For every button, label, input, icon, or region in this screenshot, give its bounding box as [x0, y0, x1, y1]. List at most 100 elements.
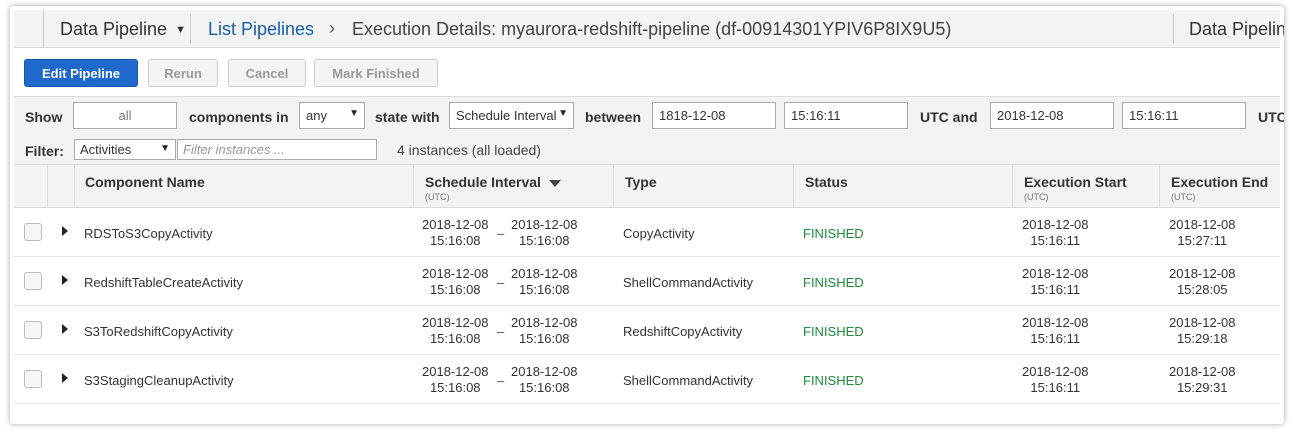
expand-row-icon[interactable]	[62, 226, 68, 236]
activity-type: RedshiftCopyActivity	[623, 324, 743, 339]
schedule-from-time: 15:16:08	[429, 233, 481, 248]
execution-start: 2018-12-08 15:16:11	[1022, 217, 1089, 249]
service-menu[interactable]: Data Pipeline ▼	[60, 19, 186, 40]
column-header-sub: (UTC)	[1024, 192, 1049, 202]
breadcrumb-list-pipelines[interactable]: List Pipelines	[208, 19, 314, 40]
schedule-to-date: 2018-12-08	[511, 364, 578, 379]
schedule-to-time: 15:16:08	[518, 380, 570, 395]
component-name: S3ToRedshiftCopyActivity	[84, 324, 233, 339]
schedule-from: 2018-12-08 15:16:08	[422, 364, 489, 396]
schedule-to-time: 15:16:08	[518, 331, 570, 346]
execution-end-date: 2018-12-08	[1169, 217, 1236, 232]
schedule-from-date: 2018-12-08	[422, 315, 489, 330]
divider	[1173, 14, 1174, 44]
start-date-input[interactable]: 1818-12-08	[652, 102, 776, 129]
filter-instances-placeholder: Filter instances ...	[183, 142, 285, 157]
row-checkbox[interactable]	[24, 321, 42, 339]
start-time-input[interactable]: 15:16:11	[784, 102, 908, 129]
end-date-input[interactable]: 2018-12-08	[990, 102, 1114, 129]
column-header-sub: (UTC)	[1171, 192, 1196, 202]
components-in-value: any	[306, 108, 327, 123]
components-in-select[interactable]: any ▼	[299, 102, 365, 129]
row-checkbox[interactable]	[24, 370, 42, 388]
execution-start: 2018-12-08 15:16:11	[1022, 315, 1089, 347]
schedule-to: 2018-12-08 15:16:08	[511, 364, 578, 396]
instances-count: 4 instances (all loaded)	[397, 142, 541, 158]
expand-row-icon[interactable]	[62, 373, 68, 383]
column-divider	[47, 165, 48, 209]
column-header-schedule-interval[interactable]: Schedule Interval (UTC)	[425, 174, 561, 202]
between-label: between	[585, 109, 642, 125]
schedule-from: 2018-12-08 15:16:08	[422, 266, 489, 298]
component-name: RedshiftTableCreateActivity	[84, 275, 243, 290]
status-text: FINISHED	[803, 324, 864, 339]
activity-type: ShellCommandActivity	[623, 275, 754, 290]
cancel-button[interactable]: Cancel	[228, 59, 306, 87]
filter-panel: Show all components in any ▼ state with S…	[14, 96, 1284, 164]
state-with-value: Schedule Interval	[456, 108, 557, 123]
table-row[interactable]: RDSToS3CopyActivity 2018-12-08 15:16:08 …	[14, 208, 1280, 257]
column-header-type[interactable]: Type	[625, 174, 657, 190]
component-name: RDSToS3CopyActivity	[84, 226, 213, 241]
schedule-from-time: 15:16:08	[429, 331, 481, 346]
filter-instances-input[interactable]: Filter instances ...	[177, 139, 377, 160]
column-header-execution-start[interactable]: Execution Start (UTC)	[1024, 174, 1127, 202]
page-title: Execution Details: myaurora-redshift-pip…	[352, 19, 952, 39]
column-header-component-name[interactable]: Component Name	[85, 174, 205, 190]
execution-start-date: 2018-12-08	[1022, 315, 1089, 330]
table-row[interactable]: S3StagingCleanupActivity 2018-12-08 15:1…	[14, 355, 1280, 404]
execution-end: 2018-12-08 15:29:31	[1169, 364, 1236, 396]
execution-end-date: 2018-12-08	[1169, 266, 1236, 281]
mark-finished-button[interactable]: Mark Finished	[314, 59, 438, 87]
show-input[interactable]: all	[73, 102, 177, 129]
execution-start-date: 2018-12-08	[1022, 364, 1089, 379]
column-divider	[1159, 165, 1160, 209]
edit-pipeline-button[interactable]: Edit Pipeline	[24, 59, 138, 87]
column-divider	[793, 165, 794, 209]
dropdown-arrow-icon: ▼	[558, 108, 568, 119]
schedule-from-date: 2018-12-08	[422, 266, 489, 281]
sort-descending-icon	[548, 179, 561, 187]
activity-type: ShellCommandActivity	[623, 373, 754, 388]
schedule-from-time: 15:16:08	[429, 380, 481, 395]
filter-label: Filter:	[25, 143, 64, 159]
column-header-label: Type	[625, 174, 657, 190]
rerun-button[interactable]: Rerun	[148, 59, 218, 87]
end-time-input[interactable]: 15:16:11	[1122, 102, 1246, 129]
table-header: Component Name Schedule Interval (UTC) T…	[14, 164, 1280, 209]
row-checkbox[interactable]	[24, 223, 42, 241]
state-with-label: state with	[375, 109, 440, 125]
schedule-to-date: 2018-12-08	[511, 217, 578, 232]
execution-start-time: 15:16:11	[1030, 233, 1081, 248]
execution-end-time: 15:27:11	[1177, 233, 1228, 248]
table-row[interactable]: RedshiftTableCreateActivity 2018-12-08 1…	[14, 257, 1280, 306]
service-menu-right[interactable]: Data Pipeline	[1189, 19, 1284, 40]
column-header-execution-end[interactable]: Execution End (UTC)	[1171, 174, 1268, 202]
schedule-from: 2018-12-08 15:16:08	[422, 315, 489, 347]
execution-end-date: 2018-12-08	[1169, 315, 1236, 330]
interval-dash: –	[497, 226, 505, 241]
execution-start-time: 15:16:11	[1030, 331, 1081, 346]
expand-row-icon[interactable]	[62, 324, 68, 334]
column-header-label: Execution Start	[1024, 174, 1127, 190]
service-menu-label: Data Pipeline	[60, 19, 168, 39]
nav-stub	[14, 10, 44, 48]
execution-start-date: 2018-12-08	[1022, 266, 1089, 281]
row-checkbox[interactable]	[24, 272, 42, 290]
schedule-from-date: 2018-12-08	[422, 217, 489, 232]
column-header-status[interactable]: Status	[805, 174, 848, 190]
execution-start-time: 15:16:11	[1030, 380, 1081, 395]
schedule-to-time: 15:16:08	[518, 282, 570, 297]
execution-start: 2018-12-08 15:16:11	[1022, 364, 1089, 396]
state-with-select[interactable]: Schedule Interval ▼	[449, 102, 574, 129]
filter-type-select[interactable]: Activities ▼	[74, 139, 176, 160]
top-nav-bar: Data Pipeline ▼ List Pipelines › Executio…	[14, 10, 1284, 48]
chevron-down-icon: ▼	[175, 24, 186, 36]
dropdown-arrow-icon: ▼	[349, 108, 359, 119]
schedule-to: 2018-12-08 15:16:08	[511, 266, 578, 298]
table-row[interactable]: S3ToRedshiftCopyActivity 2018-12-08 15:1…	[14, 306, 1280, 355]
column-header-label: Status	[805, 174, 848, 190]
column-header-label: Execution End	[1171, 174, 1269, 190]
execution-end-time: 15:28:05	[1176, 282, 1228, 297]
expand-row-icon[interactable]	[62, 275, 68, 285]
